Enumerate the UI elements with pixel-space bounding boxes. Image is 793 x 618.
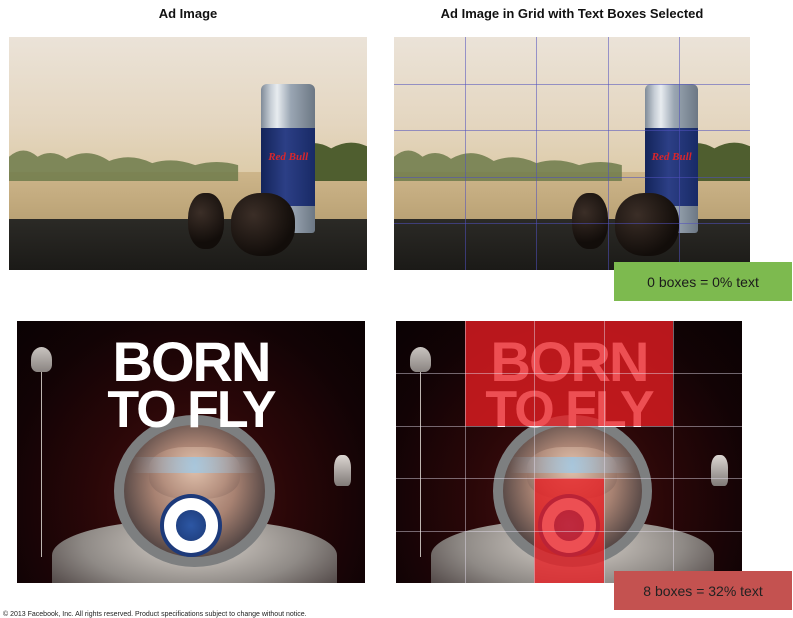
ad-image-heading: Ad Image xyxy=(158,6,218,21)
can-brand-text: Red Bull xyxy=(268,151,309,164)
text-percentage-result-badge: 8 boxes = 32% text xyxy=(614,571,792,610)
grid-line xyxy=(396,425,742,427)
ad-image-born-to-fly-grid: BORN TO FLY xyxy=(396,321,742,583)
grid-line xyxy=(603,321,605,583)
grid-line xyxy=(465,37,467,270)
can-brand-text: Red Bull xyxy=(651,151,692,164)
grid-line xyxy=(394,130,750,132)
sunglasses-right-lens xyxy=(230,193,296,257)
ad-image-redbull-grid: Red Bull xyxy=(394,37,750,270)
grid-line xyxy=(536,37,538,270)
sunglasses-right-lens xyxy=(614,193,679,257)
grid-line xyxy=(394,223,750,225)
grid-line xyxy=(534,321,536,583)
grid-line xyxy=(678,37,680,270)
ad-grid-heading: Ad Image in Grid with Text Boxes Selecte… xyxy=(440,6,704,21)
astronaut-figure-icon xyxy=(710,454,729,487)
ad-image-born-to-fly: BORN TO FLY xyxy=(17,321,365,583)
grid-line xyxy=(394,176,750,178)
grid-line xyxy=(396,530,742,532)
grid-line xyxy=(465,321,467,583)
mission-badge-logo xyxy=(159,493,223,557)
grid-line xyxy=(394,83,750,85)
zero-text-result-badge: 0 boxes = 0% text xyxy=(614,262,792,301)
sunglasses-left-lens xyxy=(572,193,608,250)
copyright-footer: © 2013 Facebook, Inc. All rights reserve… xyxy=(3,611,307,618)
grid-line xyxy=(672,321,674,583)
astronaut-figure-icon xyxy=(333,454,352,487)
grid-line xyxy=(396,478,742,480)
poster-headline-line2: TO FLY xyxy=(107,380,276,439)
ad-image-redbull: Red Bull xyxy=(9,37,367,270)
grid-line xyxy=(396,373,742,375)
sunglasses-left-lens xyxy=(188,193,224,250)
grid-line xyxy=(607,37,609,270)
